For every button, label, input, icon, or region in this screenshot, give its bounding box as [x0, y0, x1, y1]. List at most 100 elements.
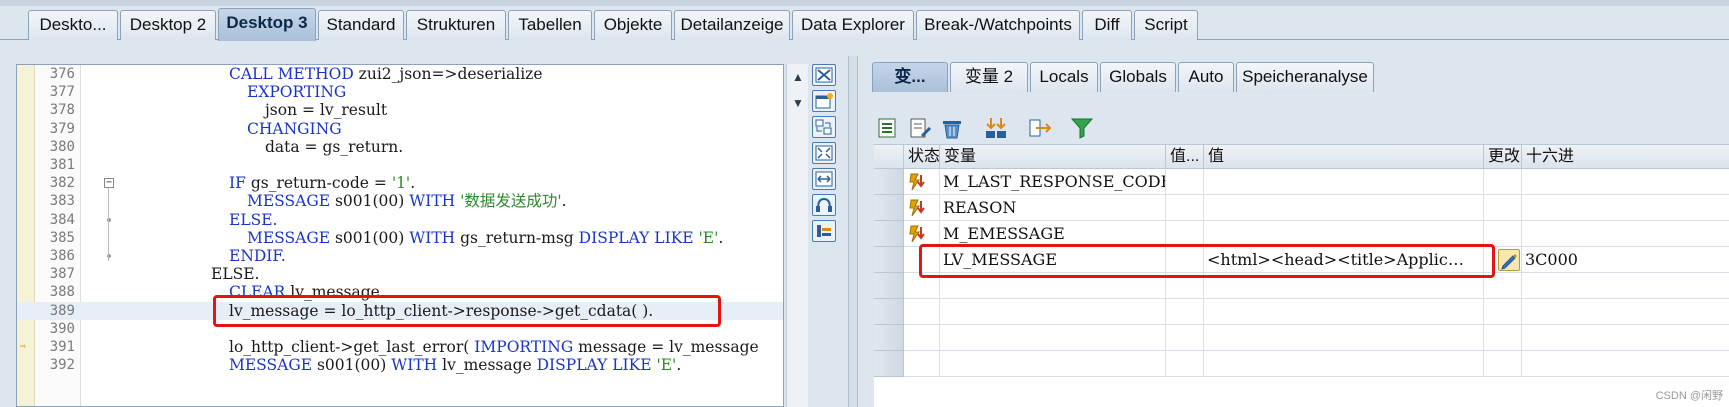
row-selector[interactable]	[874, 299, 904, 325]
tab-objekte[interactable]: Objekte	[594, 10, 672, 40]
tab-auto[interactable]: Auto	[1178, 62, 1234, 92]
tab-desktop-1[interactable]: Deskto...	[28, 10, 118, 40]
table-row[interactable]	[874, 299, 1729, 325]
tab-desktop-3[interactable]: Desktop 3	[218, 8, 316, 41]
tab-desktop-2[interactable]: Desktop 2	[120, 10, 216, 40]
row-selector[interactable]	[874, 273, 904, 299]
new-window-icon[interactable]	[812, 90, 836, 112]
sort-arrows-icon[interactable]	[984, 116, 1008, 140]
tab-variables-1[interactable]: 变...	[872, 62, 948, 92]
col-header-variable[interactable]: 变量	[940, 145, 1166, 169]
delete-icon[interactable]	[940, 116, 964, 140]
cell-value[interactable]	[1204, 195, 1484, 221]
cell-value[interactable]: <html><head><title>Applic…	[1204, 247, 1484, 273]
code-keyword: CALL METHOD	[229, 65, 359, 83]
code-line[interactable]: 380 data = gs_return.	[17, 138, 783, 156]
source-code-editor[interactable]: 376 CALL METHOD zui2_json=>deserialize 377…	[16, 64, 784, 407]
tab-data-explorer[interactable]: Data Explorer	[792, 10, 914, 40]
cell-change	[1484, 169, 1522, 195]
code-line[interactable]: 387 ELSE.	[17, 265, 783, 283]
row-selector[interactable]	[874, 247, 904, 273]
expand-width-icon[interactable]	[812, 168, 836, 190]
code-line[interactable]: 388 CLEAR lv_message.	[17, 283, 783, 302]
transfer-icon[interactable]	[1028, 116, 1052, 140]
code-line[interactable]: 386 ENDIF.	[17, 247, 783, 265]
tab-variables-2[interactable]: 变量 2	[950, 62, 1028, 92]
close-fullscreen-icon[interactable]	[812, 64, 836, 86]
row-selector[interactable]	[874, 351, 904, 377]
maximize-icon[interactable]	[812, 142, 836, 164]
table-row[interactable]: REASON	[874, 195, 1729, 221]
code-token: s001(00)	[334, 192, 410, 211]
code-text: lv_message = lo_http_client->response->g…	[229, 302, 653, 320]
table-row[interactable]	[874, 325, 1729, 351]
code-line[interactable]: 384 ELSE.	[17, 211, 783, 229]
code-line[interactable]: 391 ⇨ lo_http_client->get_last_error( IMPO…	[17, 338, 783, 356]
table-row[interactable]: LV_MESSAGE <html><head><title>Applic… 3C00…	[874, 247, 1729, 273]
code-line[interactable]: 385 MESSAGE s001(00) WITH gs_return-msg D…	[17, 228, 783, 247]
document-edit-icon[interactable]	[908, 116, 932, 140]
tab-globals[interactable]: Globals	[1100, 62, 1176, 92]
tab-strukturen[interactable]: Strukturen	[406, 10, 506, 40]
code-line[interactable]: 389 lv_message = lo_http_client->response…	[17, 301, 783, 320]
table-row[interactable]: M_EMESSAGE	[874, 221, 1729, 247]
table-row[interactable]	[874, 273, 1729, 299]
tab-standard[interactable]: Standard	[318, 10, 404, 40]
col-header-hex[interactable]: 十六进	[1522, 145, 1729, 169]
col-header-status[interactable]: 状态	[904, 145, 940, 169]
col-header-value[interactable]: 值	[1204, 145, 1484, 169]
cell-variable	[940, 299, 1166, 325]
tab-script[interactable]: Script	[1134, 10, 1198, 40]
code-line[interactable]: 390	[17, 320, 783, 338]
row-selector[interactable]	[874, 325, 904, 351]
code-token: gs_return-msg	[460, 228, 579, 247]
code-line[interactable]: 392 MESSAGE s001(00) WITH lv_message DISP…	[17, 356, 783, 374]
cell-value[interactable]	[1204, 221, 1484, 247]
cell-value[interactable]	[1204, 169, 1484, 195]
cell-value[interactable]	[1204, 273, 1484, 299]
scroll-up-icon[interactable]: ▲	[792, 70, 804, 84]
code-line[interactable]: 379 CHANGING	[17, 120, 783, 138]
code-text: MESSAGE s001(00) WITH '数据发送成功'.	[247, 192, 567, 210]
scroll-down-icon[interactable]: ▼	[792, 96, 804, 110]
table-row[interactable]: M_LAST_RESPONSE_CODE	[874, 169, 1729, 195]
cell-value[interactable]	[1204, 325, 1484, 351]
code-keyword: CLEAR	[229, 283, 291, 302]
tab-break-watchpoints[interactable]: Break-/Watchpoints	[916, 10, 1080, 40]
col-header-change[interactable]: 更改	[1484, 145, 1522, 169]
fold-toggle-icon[interactable]: −	[104, 178, 114, 189]
row-selector[interactable]	[874, 221, 904, 247]
grid-corner[interactable]	[874, 145, 904, 169]
row-selector[interactable]	[874, 195, 904, 221]
tab-tabellen[interactable]: Tabellen	[508, 10, 592, 40]
row-selector[interactable]	[874, 169, 904, 195]
tab-diff[interactable]: Diff	[1082, 10, 1132, 40]
headset-icon[interactable]	[812, 194, 836, 216]
filter-icon[interactable]	[1070, 116, 1094, 140]
details-view-icon[interactable]	[876, 116, 900, 140]
code-token: gs_return-code =	[250, 174, 392, 193]
code-scrollbar[interactable]: ▲ ▼	[786, 64, 808, 407]
code-token: .	[718, 228, 724, 247]
edit-pencil-icon[interactable]	[1498, 249, 1520, 271]
cell-value[interactable]	[1204, 299, 1484, 325]
code-line[interactable]: 378 json = lv_result	[17, 101, 783, 119]
cell-status	[904, 299, 940, 325]
tools-icon[interactable]	[812, 220, 836, 242]
code-line[interactable]: 376 CALL METHOD zui2_json=>deserialize	[17, 65, 783, 83]
code-line[interactable]: 383 MESSAGE s001(00) WITH '数据发送成功'.	[17, 192, 783, 210]
table-row[interactable]	[874, 351, 1729, 377]
code-line[interactable]: 382 − IF gs_return-code = '1'.	[17, 174, 783, 193]
tab-locals[interactable]: Locals	[1030, 62, 1098, 92]
tab-speicheranalyse[interactable]: Speicheranalyse	[1236, 62, 1374, 92]
editor-tool-strip	[810, 62, 840, 252]
cell-value[interactable]	[1204, 351, 1484, 377]
code-line[interactable]: 381	[17, 156, 783, 174]
swap-windows-icon[interactable]	[812, 116, 836, 138]
tab-detailanzeige[interactable]: Detailanzeige	[674, 10, 790, 40]
code-line[interactable]: 377 EXPORTING	[17, 83, 783, 101]
pane-splitter[interactable]	[848, 56, 858, 407]
col-header-value-type[interactable]: 值...	[1166, 145, 1204, 169]
cell-status	[904, 221, 940, 247]
fold-connector	[108, 188, 109, 261]
